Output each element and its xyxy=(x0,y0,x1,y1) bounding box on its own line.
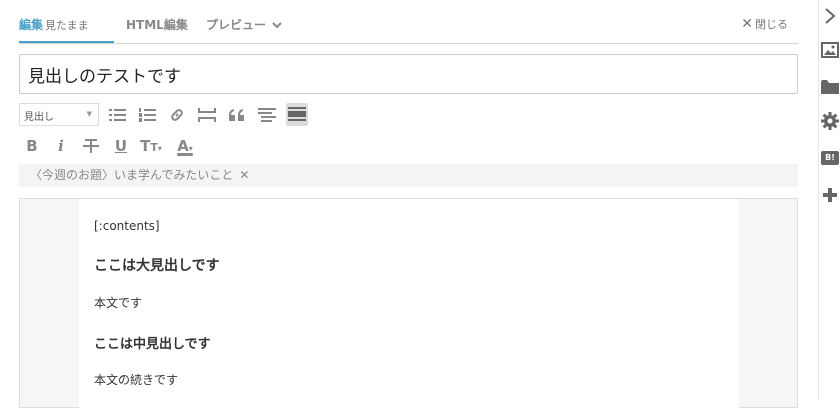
link-icon[interactable] xyxy=(166,103,188,126)
odai-tag-text: 〈今週のお題〉いま学んでみたいこと xyxy=(30,168,234,182)
italic-button[interactable]: i xyxy=(48,134,74,158)
remove-odai-icon[interactable]: ✕ xyxy=(239,168,249,182)
heading-select-value: 見出し xyxy=(24,112,54,123)
numbered-list-icon[interactable] xyxy=(137,103,159,126)
close-button[interactable]: ✕ 閉じる xyxy=(741,16,788,32)
bold-button[interactable]: B xyxy=(19,134,45,158)
tab-edit-sub: 見たまま xyxy=(45,19,89,32)
dropdown-arrow-icon: ▾ xyxy=(188,144,193,153)
image-icon[interactable] xyxy=(820,38,840,62)
text-color-label: A xyxy=(177,137,189,155)
caret-down-icon: ▼ xyxy=(86,110,92,118)
close-icon: ✕ xyxy=(741,16,753,32)
body-text[interactable]: 本文です xyxy=(94,294,142,311)
dropdown-arrow-icon: ▾ xyxy=(157,144,162,153)
editor-tabs: 編集 見たまま HTML編集 プレビュー ✕ 閉じる xyxy=(19,10,798,44)
medium-heading[interactable]: ここは中見出しです xyxy=(94,333,211,352)
editor-body[interactable]: [:contents] ここは大見出しです 本文です ここは中見出しです 本文の… xyxy=(79,199,739,409)
text-size-button[interactable]: TT▾ xyxy=(138,134,164,158)
tab-edit[interactable]: 編集 見たまま xyxy=(19,16,89,33)
strikethrough-button[interactable] xyxy=(78,134,104,158)
quote-icon[interactable] xyxy=(226,103,248,126)
collapse-sidebar-icon[interactable] xyxy=(820,4,840,28)
text-size-small-glyph: T xyxy=(150,141,158,154)
tab-preview[interactable]: プレビュー xyxy=(206,16,282,33)
tab-edit-label: 編集 xyxy=(19,18,44,32)
hatena-bookmark-badge: B! xyxy=(821,151,839,165)
large-heading[interactable]: ここは大見出しです xyxy=(94,255,220,275)
close-label: 閉じる xyxy=(755,18,788,31)
tab-preview-label: プレビュー xyxy=(206,18,267,32)
text-color-button[interactable]: A▾ xyxy=(172,134,198,158)
contents-tag-line[interactable]: [:contents] xyxy=(94,219,160,233)
read-more-icon[interactable] xyxy=(196,103,218,126)
sidebar-divider xyxy=(818,0,819,400)
folder-icon[interactable] xyxy=(820,75,840,99)
active-tab-indicator xyxy=(19,41,114,43)
add-icon[interactable] xyxy=(820,183,840,207)
bullet-list-icon[interactable] xyxy=(107,103,129,126)
editor-frame: [:contents] ここは大見出しです 本文です ここは中見出しです 本文の… xyxy=(19,198,798,409)
table-of-contents-icon[interactable] xyxy=(256,103,278,126)
odai-tag-bar: 〈今週のお題〉いま学んでみたいこと ✕ xyxy=(19,164,798,187)
gear-icon[interactable] xyxy=(820,109,840,133)
underline-button[interactable]: U xyxy=(108,134,134,158)
heading-block-icon[interactable] xyxy=(286,103,308,126)
hatena-bookmark-icon[interactable]: B! xyxy=(820,146,840,170)
heading-select[interactable]: 見出し ▼ xyxy=(19,103,99,126)
right-sidebar: B! xyxy=(818,0,840,400)
body-text-continued[interactable]: 本文の続きです xyxy=(94,371,178,388)
tab-html-edit[interactable]: HTML編集 xyxy=(126,16,188,33)
title-input[interactable] xyxy=(19,54,798,94)
chevron-down-icon[interactable] xyxy=(272,19,282,32)
text-size-label: T xyxy=(140,137,151,155)
